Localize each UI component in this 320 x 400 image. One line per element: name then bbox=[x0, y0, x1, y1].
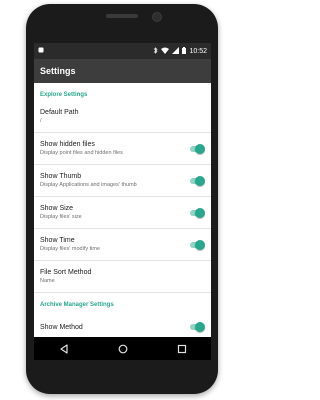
pref-summary: Display point files and hidden files bbox=[40, 150, 123, 156]
pref-title: File Sort Method bbox=[40, 269, 92, 276]
notification-icon bbox=[38, 47, 44, 55]
home-icon[interactable] bbox=[118, 344, 128, 354]
app-bar: Settings bbox=[34, 59, 211, 83]
page-title: Settings bbox=[40, 66, 76, 76]
pref-show-size[interactable]: Show Size Display files' size bbox=[34, 197, 211, 229]
signal-icon bbox=[172, 46, 180, 56]
pref-show-thumb[interactable]: Show Thumb Display Applications and imag… bbox=[34, 165, 211, 197]
show-thumb-switch[interactable] bbox=[189, 175, 205, 186]
pref-summary: Name bbox=[40, 278, 55, 284]
pref-show-time[interactable]: Show Time Display files' modify time bbox=[34, 229, 211, 261]
phone-frame: 10:52 Settings Explore Settings Default … bbox=[26, 4, 218, 394]
show-time-switch[interactable] bbox=[189, 239, 205, 250]
status-bar: 10:52 bbox=[34, 43, 211, 59]
wifi-icon bbox=[161, 47, 170, 56]
recents-icon[interactable] bbox=[177, 344, 187, 354]
section-header-explore: Explore Settings bbox=[40, 92, 88, 98]
pref-title: Show Thumb bbox=[40, 173, 82, 180]
phone-speaker bbox=[106, 14, 138, 18]
pref-summary: Display files' size bbox=[40, 214, 82, 220]
bluetooth-icon bbox=[153, 46, 158, 56]
show-size-switch[interactable] bbox=[189, 207, 205, 218]
pref-title: Show Method bbox=[40, 323, 83, 331]
pref-title: Show Time bbox=[40, 237, 75, 244]
pref-show-method[interactable]: Show Method bbox=[34, 311, 211, 337]
pref-title: Show hidden files bbox=[40, 141, 95, 148]
section-header-archive: Archive Manager Settings bbox=[40, 302, 114, 308]
pref-title: Show Size bbox=[40, 205, 74, 212]
show-hidden-files-switch[interactable] bbox=[189, 143, 205, 154]
pref-title: Default Path bbox=[40, 109, 79, 116]
pref-show-hidden-files[interactable]: Show hidden files Display point files an… bbox=[34, 133, 211, 165]
pref-summary: Display files' modify time bbox=[40, 246, 101, 252]
pref-summary: / bbox=[40, 118, 42, 124]
pref-summary: Display Applications and images' thumb bbox=[40, 182, 137, 188]
nav-bar bbox=[34, 337, 211, 360]
settings-list[interactable]: Explore Settings Default Path / Show hid… bbox=[34, 83, 211, 337]
show-method-switch[interactable] bbox=[189, 322, 205, 332]
back-icon[interactable] bbox=[59, 343, 69, 354]
pref-default-path[interactable]: Default Path / bbox=[34, 101, 211, 133]
pref-file-sort-method[interactable]: File Sort Method Name bbox=[34, 261, 211, 293]
screen: 10:52 Settings Explore Settings Default … bbox=[34, 43, 211, 360]
phone-camera bbox=[152, 12, 162, 22]
battery-icon bbox=[182, 46, 187, 56]
status-time: 10:52 bbox=[189, 47, 207, 55]
